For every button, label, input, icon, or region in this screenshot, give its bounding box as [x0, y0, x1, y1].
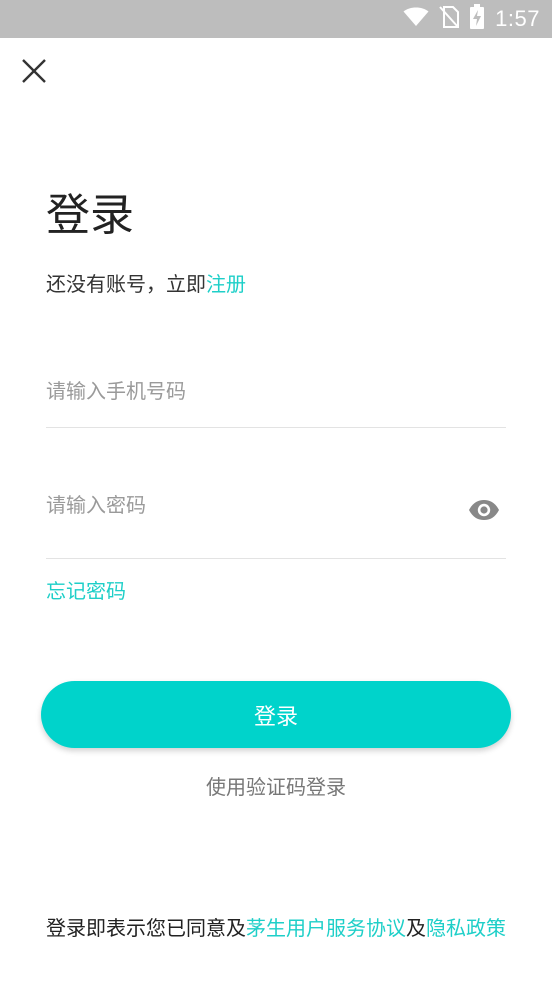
no-sim-icon: [439, 6, 460, 32]
page-title: 登录: [46, 190, 134, 241]
battery-charging-icon: [469, 4, 485, 34]
login-button[interactable]: 登录: [41, 681, 511, 748]
agreement-notice: 登录即表示您已同意及茅生用户服务协议及隐私政策: [0, 913, 552, 943]
privacy-policy-link[interactable]: 隐私政策: [426, 916, 506, 940]
toggle-password-visibility-button[interactable]: [468, 500, 500, 524]
phone-input[interactable]: [46, 376, 446, 406]
wifi-icon: [403, 7, 429, 31]
status-icons: 1:57: [403, 0, 540, 38]
agreement-conjunction: 及: [406, 916, 426, 940]
status-time: 1:57: [495, 6, 540, 31]
close-button[interactable]: [16, 55, 52, 91]
password-field: [46, 486, 506, 559]
close-icon: [21, 58, 47, 88]
phone-field: [46, 370, 506, 428]
verification-code-login-link[interactable]: 使用验证码登录: [0, 772, 552, 802]
forgot-password-link[interactable]: 忘记密码: [46, 576, 126, 606]
login-screen: 1:57 登录 还没有账号，立即注册 忘记密码: [0, 0, 552, 981]
eye-icon: [468, 499, 500, 525]
password-input[interactable]: [46, 490, 446, 520]
register-prompt-text: 还没有账号，立即: [46, 272, 206, 296]
agreement-prefix: 登录即表示您已同意及: [46, 916, 246, 940]
service-agreement-link[interactable]: 茅生用户服务协议: [246, 916, 406, 940]
register-prompt: 还没有账号，立即注册: [46, 270, 246, 298]
status-bar: 1:57: [0, 0, 552, 38]
register-link[interactable]: 注册: [206, 272, 246, 296]
